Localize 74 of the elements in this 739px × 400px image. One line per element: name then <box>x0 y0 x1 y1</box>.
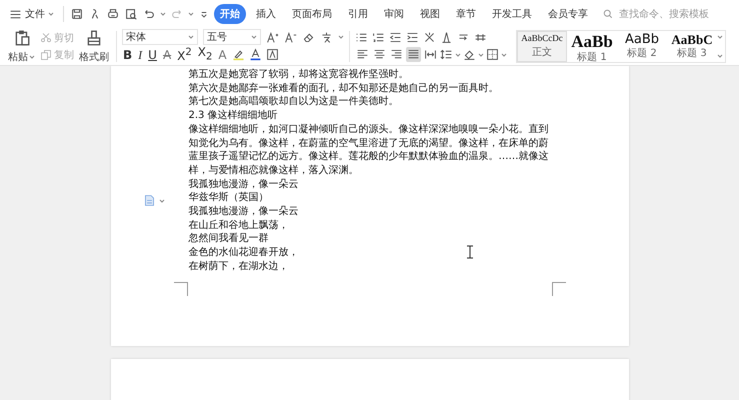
document-paragraph: 第五次是她宽容了软弱，却将这宽容视作坚强时。 <box>188 68 408 82</box>
caret-icon[interactable] <box>501 52 507 58</box>
ribbon-tab[interactable]: 视图 <box>414 4 446 24</box>
shrink-font-icon[interactable] <box>284 30 297 44</box>
ribbon-tab[interactable]: 章节 <box>450 4 482 24</box>
font-color-icon[interactable] <box>248 48 262 62</box>
ribbon-tab[interactable]: 开始 <box>214 4 246 24</box>
ribbon-tab[interactable]: 插入 <box>250 4 282 24</box>
ribbon-tab[interactable]: 页面布局 <box>286 4 338 24</box>
shading-icon[interactable] <box>463 48 476 62</box>
print-preview-icon[interactable] <box>124 7 138 21</box>
format-button[interactable]: X$_{2}$ <box>196 45 214 64</box>
caret-icon[interactable] <box>29 54 35 60</box>
increase-indent-icon[interactable] <box>406 30 419 44</box>
text-cursor-icon <box>466 245 474 259</box>
file-menu[interactable]: 文件 <box>6 5 57 23</box>
margin-corner-mark <box>552 282 566 296</box>
print-icon[interactable] <box>106 7 120 21</box>
caret-icon[interactable] <box>188 11 194 17</box>
clipboard-icon[interactable] <box>12 29 30 47</box>
document-paragraph: 我孤独地漫游，像一朵云 <box>188 178 298 192</box>
style-preset[interactable]: AaBbC 标题 3 <box>667 31 717 62</box>
decrease-indent-icon[interactable] <box>389 30 402 44</box>
ribbon-tab[interactable]: 会员专享 <box>542 4 594 24</box>
paintbrush-icon[interactable] <box>85 29 103 47</box>
margin-corner-mark <box>174 282 188 296</box>
font-field[interactable]: 宋体 <box>122 29 198 45</box>
line-spacing-icon[interactable] <box>440 48 453 62</box>
format-button[interactable]: U <box>147 48 158 62</box>
style-preset[interactable]: AaBb 标题 2 <box>617 31 667 62</box>
ribbon-tab[interactable]: 审阅 <box>378 4 410 24</box>
document-paragraph: 金色的水仙花迎春开放， <box>188 246 298 260</box>
style-preset[interactable]: AaBb 标题 1 <box>567 31 617 62</box>
save-icon[interactable] <box>70 7 84 21</box>
search-field[interactable]: 查找命令、搜索模板 <box>602 8 713 20</box>
document-paragraph: 第七次是她高唱颂歌却自以为这是一件美德时。 <box>188 95 398 110</box>
ribbon-tab[interactable]: 引用 <box>342 4 374 24</box>
align-justify-button[interactable] <box>406 47 421 62</box>
document-paragraph: 2.3 像这样细细地听 <box>188 109 278 123</box>
document-paragraph: 第六次是她鄙弃一张难看的面孔，却不知那还是她自己的另一面具时。 <box>188 82 498 96</box>
scroll-up-icon[interactable] <box>717 34 723 40</box>
caret-icon[interactable] <box>478 52 484 58</box>
caret-icon[interactable] <box>251 34 257 40</box>
ribbon-tab[interactable]: 开发工具 <box>486 4 538 24</box>
format-button[interactable]: X$^{2}$ <box>176 46 193 64</box>
font-size-field[interactable]: 五号 <box>203 29 261 45</box>
format-button[interactable]: I <box>137 48 144 62</box>
numbered-list-icon[interactable] <box>372 30 385 44</box>
scroll-down-icon[interactable] <box>717 53 723 59</box>
character-border-icon[interactable] <box>266 48 279 62</box>
borders-icon[interactable] <box>486 48 499 62</box>
document-paragraph: 华兹华斯（英国） <box>188 191 268 206</box>
caret-icon[interactable] <box>160 11 166 17</box>
highlighter-icon[interactable] <box>232 48 245 62</box>
eraser-icon[interactable] <box>302 30 315 44</box>
format-painter-button[interactable]: 格式刷 <box>77 28 111 65</box>
document-paragraph: 像这样细细地听，如河口凝神倾听自己的源头。像这样深深地嗅嗅一朵小花。直到知觉化为乌有。像这样，在蔚蓝的空气里溶进了无底的渴望。像这样，在床单的蔚蓝里孩子遥望记忆的远方。像这样。莲花般的少年默默体验血的温泉。……就像这样，与爱情相恋就像这样，落入深渊。 <box>188 122 550 178</box>
format-button[interactable]: B <box>122 48 134 62</box>
search-icon[interactable] <box>602 8 614 20</box>
paste-button[interactable]: 粘贴 <box>6 28 37 65</box>
document-paragraph: 我孤独地漫游，像一朵云 <box>188 205 298 219</box>
style-preset[interactable]: AaBbCcDc 正文 <box>517 31 567 62</box>
phonetic-icon[interactable] <box>320 30 333 44</box>
caret-icon[interactable] <box>338 34 344 40</box>
grow-font-icon[interactable] <box>266 30 279 44</box>
document-paragraph: 忽然间我看见一群 <box>188 232 268 246</box>
format-button[interactable]: A <box>217 48 228 62</box>
caret-icon[interactable] <box>158 198 164 204</box>
caret-icon[interactable] <box>48 11 54 17</box>
caret-icon[interactable] <box>455 52 461 58</box>
document-paragraph: 在山丘和谷地上飘荡， <box>188 218 288 232</box>
document-paragraph: 在树荫下，在湖水边， <box>188 260 288 274</box>
format-button[interactable]: A <box>162 48 172 62</box>
caret-icon[interactable] <box>188 34 194 40</box>
